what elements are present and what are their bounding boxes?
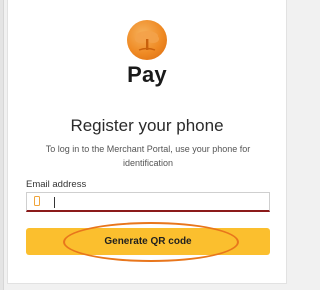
brand-name: Pay xyxy=(127,62,167,87)
tree-coin-icon xyxy=(127,20,167,60)
register-card: Pay Register your phone To log in to the… xyxy=(7,0,287,284)
page: Pay Register your phone To log in to the… xyxy=(0,0,296,290)
page-subtitle: To log in to the Merchant Portal, use yo… xyxy=(45,144,251,168)
text-cursor xyxy=(54,197,55,208)
logo-container xyxy=(8,20,286,60)
email-field[interactable] xyxy=(26,192,270,212)
email-label: Email address xyxy=(26,179,87,190)
page-title: Register your phone xyxy=(70,116,224,135)
background-panel-edge xyxy=(0,0,4,290)
generate-qr-button[interactable]: Generate QR code xyxy=(26,228,270,255)
phone-icon xyxy=(34,196,40,206)
